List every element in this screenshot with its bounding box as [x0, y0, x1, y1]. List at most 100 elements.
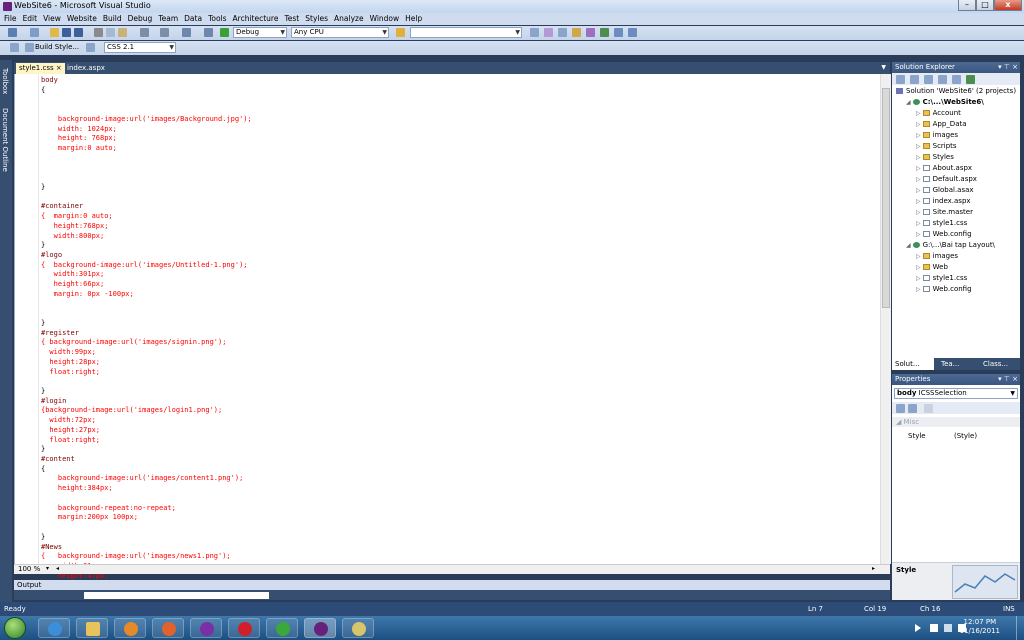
expanded-arrow-icon[interactable]: ◢	[906, 242, 911, 249]
code-line[interactable]: height:66px;	[41, 280, 252, 290]
code-line[interactable]: width:99px;	[41, 348, 252, 358]
code-line[interactable]	[41, 173, 252, 183]
code-line[interactable]: #register	[41, 329, 252, 339]
output-source-dropdown[interactable]	[84, 592, 269, 599]
code-line[interactable]: #container	[41, 202, 252, 212]
menu-tools[interactable]: Tools	[205, 13, 229, 25]
expand-arrow-icon[interactable]: ▷	[916, 231, 921, 238]
code-line[interactable]	[41, 523, 252, 533]
solution-platform-dropdown[interactable]: Any CPU ▼	[291, 27, 389, 38]
code-line[interactable]: }	[41, 319, 252, 329]
network-icon[interactable]	[944, 624, 952, 632]
css-version-dropdown[interactable]: CSS 2.1 ▼	[104, 42, 176, 53]
tree-node[interactable]: ▷ Web.config	[916, 284, 972, 294]
undo-icon[interactable]	[140, 28, 149, 37]
start-debugging-icon[interactable]	[220, 28, 229, 37]
vertical-scrollbar[interactable]	[880, 74, 891, 564]
expand-arrow-icon[interactable]: ▷	[916, 165, 921, 172]
solution-configuration-dropdown[interactable]: Debug ▼	[233, 27, 287, 38]
navigate-backward-icon[interactable]	[182, 28, 191, 37]
tab-style1-css[interactable]: style1.css ×	[16, 63, 65, 74]
firefox-icon[interactable]	[152, 618, 184, 638]
css-code[interactable]: body{ background-image:url('images/Backg…	[41, 76, 252, 581]
code-line[interactable]: background-repeat:no-repeat;	[41, 504, 252, 514]
expand-arrow-icon[interactable]: ▷	[916, 220, 921, 227]
utorrent-icon[interactable]	[266, 618, 298, 638]
expand-arrow-icon[interactable]: ▷	[916, 110, 921, 117]
tab-index-aspx[interactable]: index.aspx	[64, 63, 108, 74]
expand-arrow-icon[interactable]: ▷	[916, 198, 921, 205]
property-pages-icon[interactable]	[924, 404, 933, 413]
code-line[interactable]: background-image:url('images/content1.pn…	[41, 474, 252, 484]
code-line[interactable]: #News	[41, 543, 252, 553]
properties-window-icon[interactable]	[544, 28, 553, 37]
menu-data[interactable]: Data	[181, 13, 205, 25]
start-button[interactable]	[4, 617, 26, 639]
cut-icon[interactable]	[94, 28, 103, 37]
tab-overflow-chevron-icon[interactable]: ▼	[881, 64, 886, 71]
code-line[interactable]: #login	[41, 397, 252, 407]
tab-class-view[interactable]: Class...	[980, 358, 1020, 370]
tree-node[interactable]: ▷ Default.aspx	[916, 174, 977, 184]
menu-build[interactable]: Build	[100, 13, 125, 25]
tree-node[interactable]: ◢ C:\...\WebSite6\	[906, 97, 984, 107]
code-line[interactable]: width:800px;	[41, 232, 252, 242]
expand-arrow-icon[interactable]: ▷	[916, 286, 921, 293]
code-line[interactable]: height:768px;	[41, 222, 252, 232]
code-line[interactable]: { margin:0 auto;	[41, 212, 252, 222]
media-player-icon[interactable]	[114, 618, 146, 638]
expanded-arrow-icon[interactable]: ◢	[906, 99, 911, 106]
move-up-icon[interactable]	[10, 43, 19, 52]
document-outline-tab[interactable]: Document Outline	[1, 108, 9, 172]
tree-node[interactable]: ▷ Global.asax	[916, 185, 974, 195]
tree-node[interactable]: ▷ App_Data	[916, 119, 967, 129]
menu-debug[interactable]: Debug	[125, 13, 156, 25]
tree-node[interactable]: ▷ images	[916, 251, 958, 261]
code-line[interactable]	[41, 494, 252, 504]
toolbox-tab[interactable]: Toolbox	[1, 68, 9, 94]
toolbox-icon[interactable]	[572, 28, 581, 37]
menu-help[interactable]: Help	[402, 13, 425, 25]
system-clock[interactable]: 12:07 PM 11/16/2011	[960, 618, 1000, 636]
more-commands-icon[interactable]	[628, 28, 637, 37]
code-line[interactable]: width: 1024px;	[41, 125, 252, 135]
menu-styles[interactable]: Styles	[302, 13, 331, 25]
pane-controls[interactable]: ▾ ⊤ ×	[998, 62, 1018, 73]
code-line[interactable]: }	[41, 241, 252, 251]
new-project-icon[interactable]	[8, 28, 17, 37]
code-line[interactable]: }	[41, 183, 252, 193]
yahoo-messenger-icon[interactable]	[190, 618, 222, 638]
tree-node[interactable]: ▷ Web.config	[916, 229, 972, 239]
menu-edit[interactable]: Edit	[20, 13, 41, 25]
tree-node[interactable]: ▷ Site.master	[916, 207, 973, 217]
code-editor[interactable]: body{ background-image:url('images/Backg…	[14, 74, 891, 580]
expand-arrow-icon[interactable]: ▷	[916, 187, 921, 194]
code-line[interactable]: margin: 0px -100px;	[41, 290, 252, 300]
expand-arrow-icon[interactable]: ▷	[916, 275, 921, 282]
zoom-chevron-down-icon[interactable]: ▾	[46, 565, 49, 572]
expand-arrow-icon[interactable]: ▷	[916, 132, 921, 139]
redo-icon[interactable]	[160, 28, 169, 37]
code-line[interactable]: float:right;	[41, 436, 252, 446]
style-application-icon[interactable]	[86, 43, 95, 52]
visual-studio-icon[interactable]	[304, 618, 336, 638]
tree-node[interactable]: ▷ Web	[916, 262, 948, 272]
expand-arrow-icon[interactable]: ▷	[916, 253, 921, 260]
code-line[interactable]: {	[41, 86, 252, 96]
action-center-flag-icon[interactable]	[930, 624, 938, 632]
menu-file[interactable]: File	[0, 13, 20, 25]
close-tab-icon[interactable]: ×	[56, 64, 62, 72]
zoom-level[interactable]: 100 %	[18, 565, 40, 573]
code-line[interactable]: height: 768px;	[41, 134, 252, 144]
view-designer-icon[interactable]	[952, 75, 961, 84]
object-selector-dropdown[interactable]: body ICSSSelection ▼	[894, 388, 1018, 399]
code-line[interactable]: #logo	[41, 251, 252, 261]
code-line[interactable]	[41, 95, 252, 105]
code-line[interactable]: #content	[41, 455, 252, 465]
object-browser-icon[interactable]	[558, 28, 567, 37]
tab-team-explorer[interactable]: Tea...	[938, 358, 978, 370]
code-line[interactable]: {	[41, 465, 252, 475]
solution-explorer-icon[interactable]	[530, 28, 539, 37]
minimize-button[interactable]: –	[958, 0, 976, 11]
show-desktop-button[interactable]	[1016, 616, 1024, 640]
